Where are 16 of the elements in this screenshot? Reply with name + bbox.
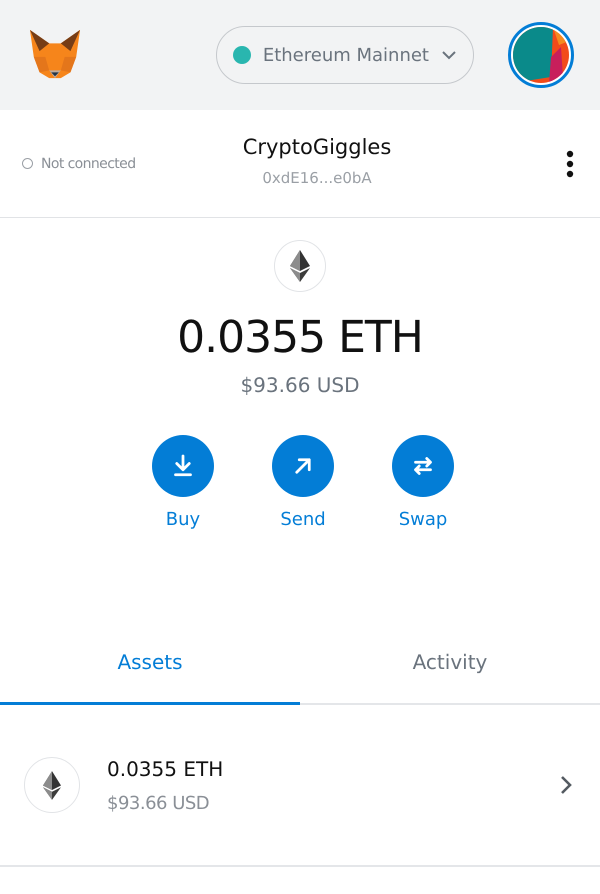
fiat-balance: $93.66 USD: [240, 373, 360, 397]
chevron-right-icon: [560, 775, 572, 795]
ethereum-icon: [24, 757, 80, 813]
account-name: CryptoGiggles: [242, 134, 392, 158]
tab[interactable]: Activity: [300, 628, 600, 705]
connection-status[interactable]: Not connected: [22, 156, 192, 172]
asset-fiat: $93.66 USD: [107, 792, 210, 814]
asset-row[interactable]: 0.0355 ETH $93.66 USD: [0, 705, 600, 867]
ethereum-icon: [274, 240, 326, 292]
tab[interactable]: Assets: [0, 628, 300, 705]
balance-amount: 0.0355 ETH: [177, 312, 423, 363]
network-selector[interactable]: Ethereum Mainnet: [216, 26, 474, 84]
chevron-down-icon: [441, 50, 457, 60]
account-address[interactable]: 0xdE16...e0bA: [262, 168, 372, 186]
asset-amount: 0.0355 ETH: [107, 756, 224, 780]
menu-icon[interactable]: [566, 150, 574, 178]
